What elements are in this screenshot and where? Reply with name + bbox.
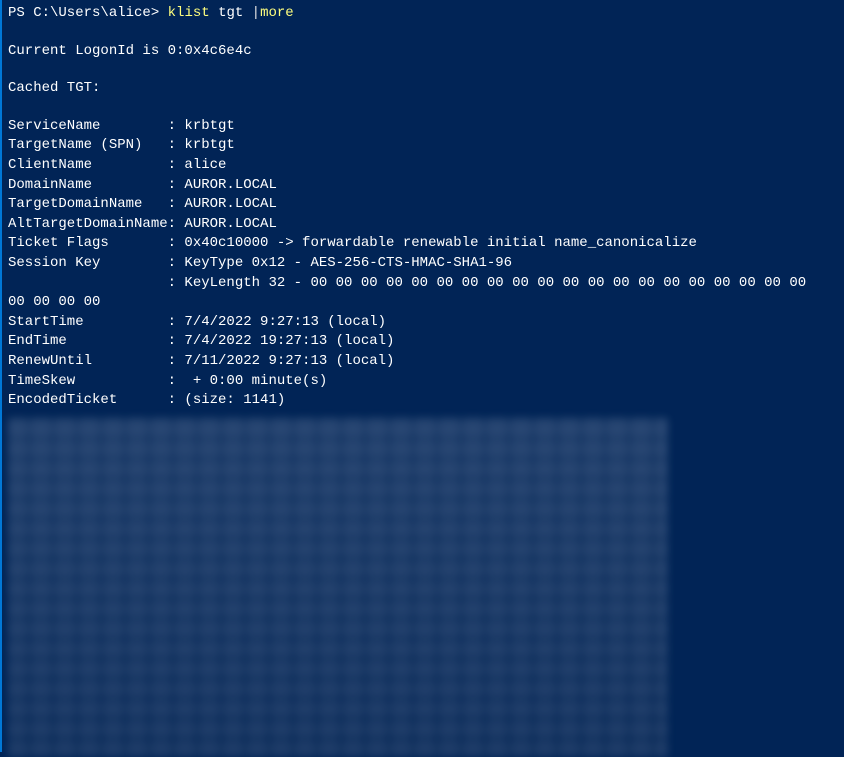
field-servicename: ServiceName : krbtgt	[8, 117, 844, 137]
field-renewuntil: RenewUntil : 7/11/2022 9:27:13 (local)	[8, 352, 844, 372]
field-sessionkey-length: : KeyLength 32 - 00 00 00 00 00 00 00 00…	[8, 274, 844, 294]
pipe-char: |	[252, 5, 260, 21]
field-timeskew: TimeSkew : + 0:00 minute(s)	[8, 372, 844, 392]
command-arg: tgt	[218, 5, 252, 21]
field-sessionkey-tail: 00 00 00 00	[8, 293, 844, 313]
prompt-path: PS C:\Users\alice>	[8, 5, 168, 21]
command-more: more	[260, 5, 294, 21]
field-ticketflags: Ticket Flags : 0x40c10000 -> forwardable…	[8, 234, 844, 254]
field-targetdomainname: TargetDomainName : AUROR.LOCAL	[8, 195, 844, 215]
field-sessionkey-type: Session Key : KeyType 0x12 - AES-256-CTS…	[8, 254, 844, 274]
command-prompt-line: PS C:\Users\alice> klist tgt |more	[8, 4, 844, 24]
field-endtime: EndTime : 7/4/2022 19:27:13 (local)	[8, 332, 844, 352]
field-encodedticket: EncodedTicket : (size: 1141)	[8, 391, 844, 411]
field-clientname: ClientName : alice	[8, 156, 844, 176]
logon-id-line: Current LogonId is 0:0x4c6e4c	[8, 42, 844, 62]
field-alttargetdomainname: AltTargetDomainName: AUROR.LOCAL	[8, 215, 844, 235]
blurred-hex-dump	[8, 417, 668, 757]
cached-tgt-header: Cached TGT:	[8, 79, 844, 99]
command-klist: klist	[168, 5, 218, 21]
field-starttime: StartTime : 7/4/2022 9:27:13 (local)	[8, 313, 844, 333]
field-domainname: DomainName : AUROR.LOCAL	[8, 176, 844, 196]
field-targetname: TargetName (SPN) : krbtgt	[8, 136, 844, 156]
